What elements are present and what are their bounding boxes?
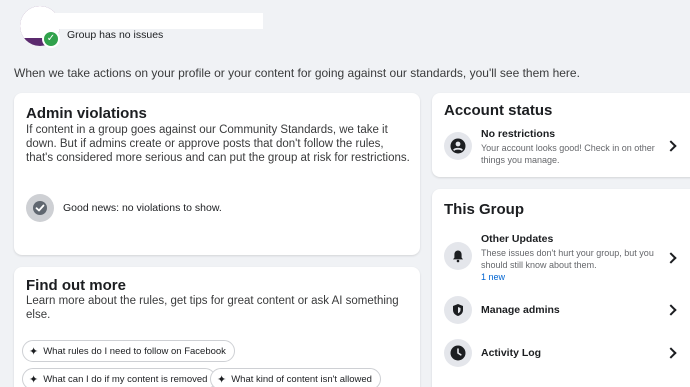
redacted-group-name (50, 13, 263, 29)
check-circle-icon (26, 194, 54, 222)
other-updates-row[interactable]: Other Updates These issues don't hurt yo… (432, 229, 690, 285)
good-news-text: Good news: no violations to show. (63, 202, 222, 214)
find-out-more-description: Learn more about the rules, get tips for… (26, 295, 399, 321)
sparkle-icon: ✦ (217, 373, 227, 386)
bell-icon (444, 242, 472, 270)
suggestion-chip-content-removed[interactable]: ✦ What can I do if my content is removed (22, 368, 217, 387)
admin-violations-title: Admin violations (26, 105, 147, 122)
account-status-item-desc: Your account looks good! Check in on oth… (481, 143, 655, 165)
intro-text: When we take actions on your profile or … (14, 66, 580, 80)
other-updates-title: Other Updates (481, 233, 554, 245)
suggestion-label: What rules do I need to follow on Facebo… (43, 345, 226, 357)
account-status-row[interactable]: No restrictions Your account looks good!… (432, 123, 690, 169)
chevron-right-icon (665, 304, 677, 316)
sparkle-icon: ✦ (29, 345, 39, 358)
account-status-item-title: No restrictions (481, 128, 556, 140)
chevron-right-icon (665, 347, 677, 359)
this-group-title: This Group (444, 201, 524, 218)
activity-log-row[interactable]: Activity Log (432, 336, 690, 370)
suggestion-label: What can I do if my content is removed (43, 373, 208, 385)
clock-icon (444, 339, 472, 367)
manage-admins-row[interactable]: Manage admins (432, 293, 690, 327)
shield-icon (444, 296, 472, 324)
suggestion-chip-rules[interactable]: ✦ What rules do I need to follow on Face… (22, 340, 235, 362)
admin-violations-description: If content in a group goes against our C… (26, 124, 410, 164)
other-updates-desc: These issues don't hurt your group, but … (481, 248, 654, 270)
other-updates-new-link[interactable]: 1 new (481, 272, 505, 282)
this-group-card: This Group Other Updates These issues do… (432, 189, 690, 387)
find-out-more-card: Find out more Learn more about the rules… (14, 267, 420, 387)
profile-icon (444, 132, 472, 160)
suggestion-chip-not-allowed[interactable]: ✦ What kind of content isn't allowed (210, 368, 381, 387)
group-status-text: Group has no issues (67, 29, 164, 41)
activity-log-label: Activity Log (481, 347, 542, 359)
manage-admins-label: Manage admins (481, 304, 560, 316)
find-out-more-title: Find out more (26, 277, 126, 294)
admin-violations-card: Admin violations If content in a group g… (14, 93, 420, 255)
account-status-title: Account status (444, 102, 553, 119)
account-status-card: Account status No restrictions Your acco… (432, 93, 690, 177)
suggestion-label: What kind of content isn't allowed (231, 373, 372, 385)
chevron-right-icon (665, 140, 677, 152)
chevron-right-icon (665, 252, 677, 264)
page-header: ✓ Group has no issues (0, 0, 690, 60)
checkmark-icon: ✓ (42, 30, 60, 48)
sparkle-icon: ✦ (29, 373, 39, 386)
